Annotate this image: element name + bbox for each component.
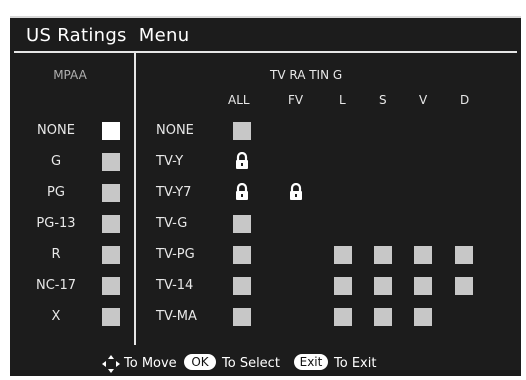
- mpaa-item-label: R: [51, 247, 61, 262]
- tv-column-header: S: [379, 93, 387, 107]
- mpaa-item-label: G: [50, 154, 62, 169]
- title-bar: US Ratings Menu: [10, 18, 521, 50]
- tv-column-header: ALL: [228, 93, 250, 107]
- mpaa-item-label: PG: [47, 185, 65, 200]
- tv-rating-row-label: NONE: [156, 123, 194, 138]
- mpaa-rating-checkbox[interactable]: [102, 246, 120, 264]
- tv-column-header: FV: [288, 93, 304, 107]
- tv-rating-checkbox[interactable]: [414, 246, 432, 264]
- mpaa-rating-checkbox[interactable]: [102, 277, 120, 295]
- mpaa-item-label: PG-13: [36, 216, 76, 231]
- tv-rating-checkbox[interactable]: [455, 277, 473, 295]
- tv-rating-checkbox[interactable]: [414, 308, 432, 326]
- tv-rating-row-label: TV-G: [156, 216, 188, 231]
- tv-column-header: D: [460, 93, 470, 107]
- lock-icon[interactable]: [234, 182, 250, 201]
- tv-rating-checkbox[interactable]: [233, 215, 251, 233]
- tv-rating-checkbox[interactable]: [414, 277, 432, 295]
- footer-hints: To Move OK To Select Exit To Exit: [10, 354, 521, 374]
- column-divider: [134, 53, 136, 345]
- tv-rating-heading: TV RA TIN G: [270, 68, 343, 82]
- tv-column-header: V: [419, 93, 428, 107]
- tv-rating-row-label: TV-Y: [156, 154, 184, 169]
- tv-rating-checkbox[interactable]: [233, 277, 251, 295]
- tv-rating-checkbox[interactable]: [334, 246, 352, 264]
- mpaa-item-label: NC-17: [35, 278, 77, 293]
- tv-rating-row-label: TV-14: [156, 278, 194, 293]
- exit-hint: To Exit: [334, 356, 377, 371]
- tv-rating-checkbox[interactable]: [334, 277, 352, 295]
- select-hint: To Select: [222, 356, 280, 371]
- tv-rating-row-label: TV-MA: [156, 309, 197, 324]
- ratings-menu-panel: US Ratings Menu MPAA TV RA TIN G NONE G PG…: [10, 16, 521, 376]
- tv-rating-checkbox[interactable]: [455, 246, 473, 264]
- tv-column-header: L: [339, 93, 346, 107]
- mpaa-rating-checkbox[interactable]: [102, 184, 120, 202]
- tv-rating-checkbox[interactable]: [334, 308, 352, 326]
- tv-rating-checkbox[interactable]: [233, 122, 251, 140]
- mpaa-rating-checkbox[interactable]: [102, 122, 120, 140]
- lock-icon[interactable]: [234, 151, 250, 170]
- mpaa-item-label: NONE: [37, 123, 75, 138]
- four-way-arrow-icon: [102, 355, 120, 373]
- tv-rating-row-label: TV-Y7: [156, 185, 192, 200]
- menu-title: US Ratings Menu: [26, 25, 190, 46]
- mpaa-heading: MPAA: [53, 68, 87, 82]
- tv-rating-checkbox[interactable]: [374, 308, 392, 326]
- header-divider: [14, 51, 517, 53]
- tv-rating-checkbox[interactable]: [233, 308, 251, 326]
- mpaa-rating-checkbox[interactable]: [102, 215, 120, 233]
- tv-rating-checkbox[interactable]: [374, 277, 392, 295]
- mpaa-rating-checkbox[interactable]: [102, 153, 120, 171]
- mpaa-item-label: X: [51, 309, 61, 324]
- tv-rating-row-label: TV-PG: [156, 247, 195, 262]
- ok-key-badge: OK: [184, 354, 216, 370]
- exit-key-badge: Exit: [294, 354, 328, 370]
- move-hint: To Move: [124, 356, 177, 371]
- lock-icon[interactable]: [288, 182, 304, 201]
- tv-rating-checkbox[interactable]: [233, 246, 251, 264]
- mpaa-rating-checkbox[interactable]: [102, 308, 120, 326]
- tv-rating-checkbox[interactable]: [374, 246, 392, 264]
